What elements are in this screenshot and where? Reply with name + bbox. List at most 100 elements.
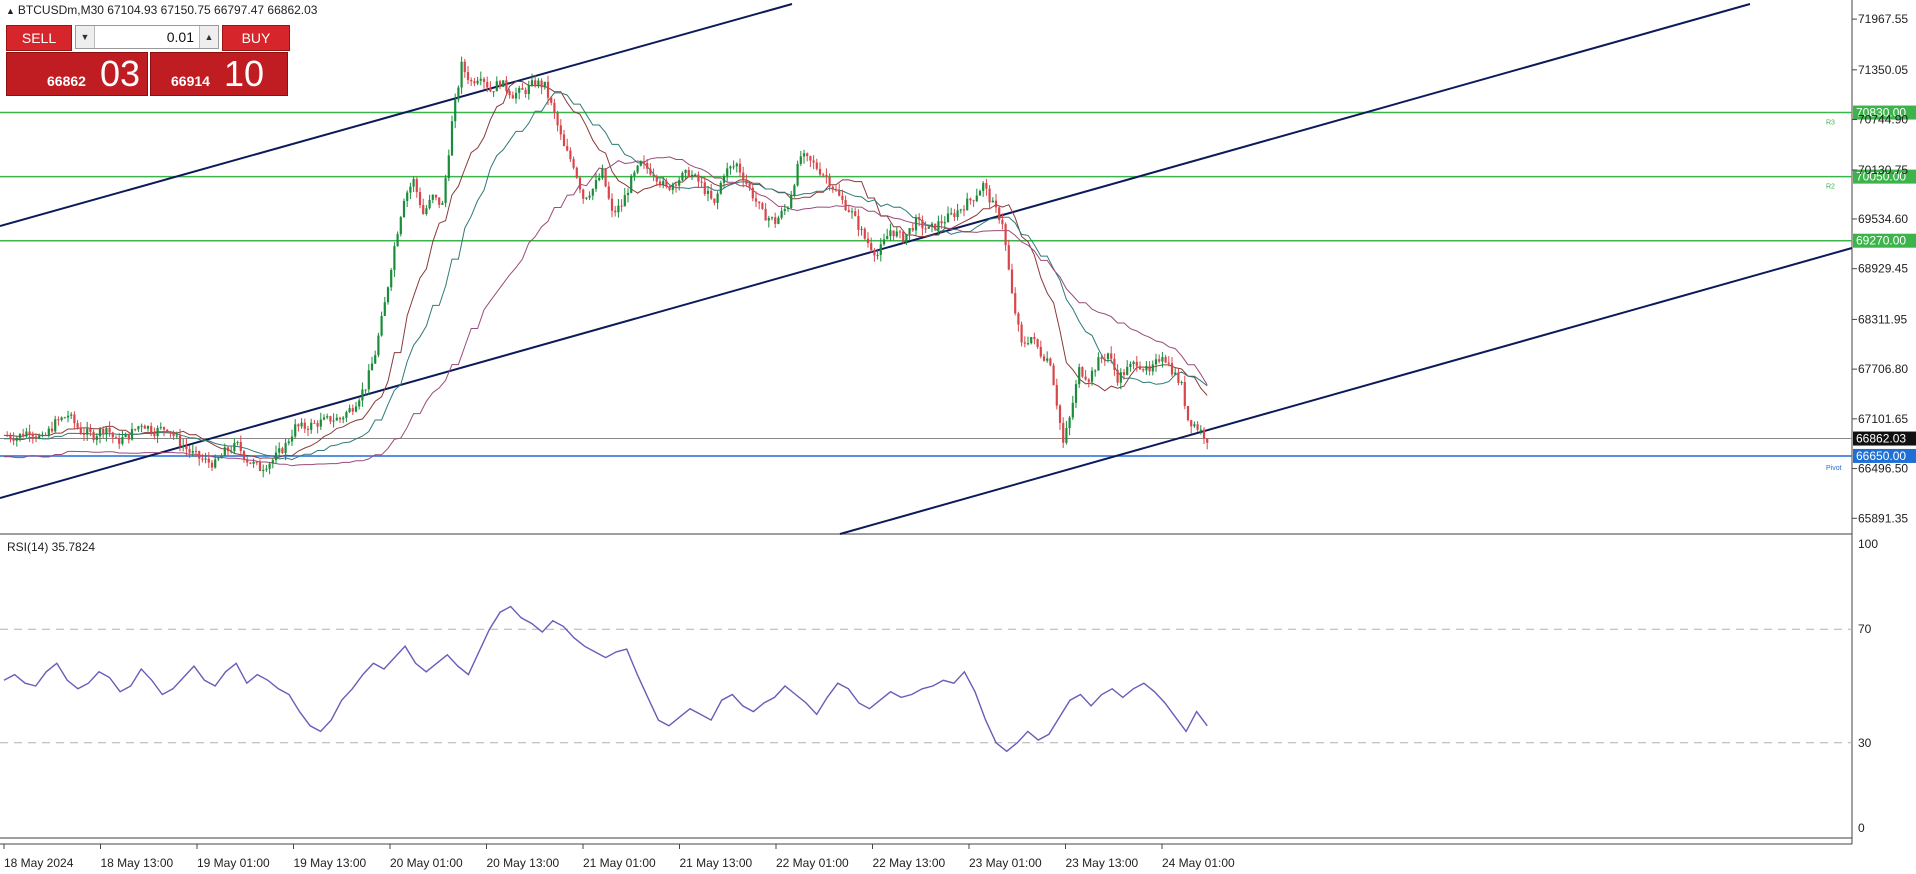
rsi-tick-label: 0: [1858, 821, 1865, 835]
candle-body: [898, 231, 902, 233]
candle-body: [217, 458, 220, 460]
buy-price-button[interactable]: 66914 10: [150, 52, 288, 96]
lot-size-stepper[interactable]: ▼ 0.01 ▲: [75, 25, 219, 49]
candle-body: [214, 459, 217, 468]
candle-body: [546, 81, 550, 98]
current-price-label: 66862.03: [1856, 432, 1906, 446]
candle-body: [780, 210, 783, 218]
candle-body: [1036, 339, 1039, 347]
candle-body: [524, 89, 527, 95]
candle-body: [662, 180, 665, 185]
candle-body: [729, 166, 732, 169]
candle-body: [41, 434, 44, 436]
buy-button[interactable]: BUY: [222, 25, 290, 51]
candle-body: [44, 434, 47, 436]
candle-body: [1023, 342, 1026, 344]
candle-body: [738, 163, 742, 173]
lot-size-value[interactable]: 0.01: [167, 26, 194, 48]
candle-body: [281, 448, 284, 454]
candle-body: [236, 442, 239, 444]
candle-body: [1196, 424, 1199, 430]
collapse-triangle-icon[interactable]: ▲: [6, 6, 15, 16]
sell-price-main: 66862: [47, 73, 86, 89]
candle-body: [12, 438, 15, 441]
candle-body: [873, 250, 876, 256]
candle-body: [399, 217, 402, 235]
candle-body: [726, 168, 729, 177]
candle-body: [476, 80, 479, 84]
candle-body: [326, 416, 329, 418]
candle-body: [502, 80, 505, 87]
candle-body: [799, 156, 802, 164]
candle-body: [937, 221, 940, 230]
candle-body: [495, 81, 498, 92]
candle-body: [489, 87, 492, 92]
candle-body: [271, 460, 274, 464]
candle-body: [802, 153, 806, 157]
candle-body: [1087, 379, 1090, 382]
candle-body: [1094, 370, 1097, 372]
lot-decrease-arrow-icon[interactable]: ▼: [76, 26, 95, 48]
candle-body: [185, 445, 188, 450]
candle-body: [242, 451, 246, 460]
candle-body: [297, 424, 300, 427]
candle-body: [63, 417, 66, 419]
candle-body: [28, 431, 31, 435]
level-price-label: 69270.00: [1856, 234, 1906, 248]
candle-body: [70, 414, 73, 416]
rsi-tick-label: 100: [1858, 537, 1878, 551]
symbol-info: ▲ BTCUSDm,M30 67104.93 67150.75 66797.47 …: [6, 3, 317, 17]
candle-body: [678, 180, 681, 186]
candle-body: [540, 80, 543, 88]
candle-body: [1106, 353, 1110, 360]
candle-body: [703, 182, 706, 194]
candle-body: [566, 146, 569, 151]
chart-canvas[interactable]: 70830.00R370050.00R269270.0066650.00Pivo…: [0, 0, 1916, 874]
candle-body: [694, 174, 697, 176]
candle-body: [588, 195, 591, 198]
candle-body: [1116, 369, 1119, 383]
candle-body: [310, 422, 313, 430]
candle-body: [1167, 362, 1170, 364]
candle-body: [854, 211, 857, 217]
time-tick-label: 18 May 2024: [4, 856, 74, 870]
candle-body: [1026, 343, 1030, 345]
lot-increase-arrow-icon[interactable]: ▲: [199, 26, 218, 48]
sell-price-button[interactable]: 66862 03: [6, 52, 148, 96]
candle-body: [745, 180, 748, 184]
candle-body: [1046, 358, 1049, 361]
candle-body: [425, 208, 428, 214]
candle-body: [892, 230, 895, 237]
candle-body: [233, 442, 236, 452]
candle-body: [377, 335, 380, 356]
candle-body: [262, 469, 265, 472]
candle-body: [470, 79, 473, 82]
candle-body: [223, 447, 226, 456]
candle-body: [194, 451, 198, 453]
candle-body: [182, 445, 185, 447]
candle-body: [844, 200, 847, 211]
candle-body: [985, 183, 988, 189]
candle-body: [617, 205, 620, 213]
candle-body: [927, 226, 930, 229]
candle-body: [348, 408, 351, 413]
candle-body: [569, 150, 572, 160]
candle-body: [108, 427, 111, 433]
candle-body: [812, 160, 815, 163]
price-tick-label: 68929.45: [1858, 262, 1908, 276]
candle-body: [652, 174, 655, 177]
candle-body: [863, 228, 866, 239]
price-tick-label: 70130.75: [1858, 163, 1908, 177]
candle-body: [54, 419, 57, 432]
candle-body: [454, 99, 457, 122]
candle-body: [716, 193, 719, 203]
candle-body: [450, 121, 454, 156]
rsi-label: RSI(14) 35.7824: [7, 540, 95, 554]
candle-body: [748, 183, 751, 188]
sell-button[interactable]: SELL: [6, 25, 72, 51]
candle-body: [479, 78, 482, 81]
candle-body: [930, 223, 934, 227]
candle-body: [537, 80, 540, 86]
candle-body: [1081, 367, 1084, 377]
candle-body: [735, 163, 738, 167]
